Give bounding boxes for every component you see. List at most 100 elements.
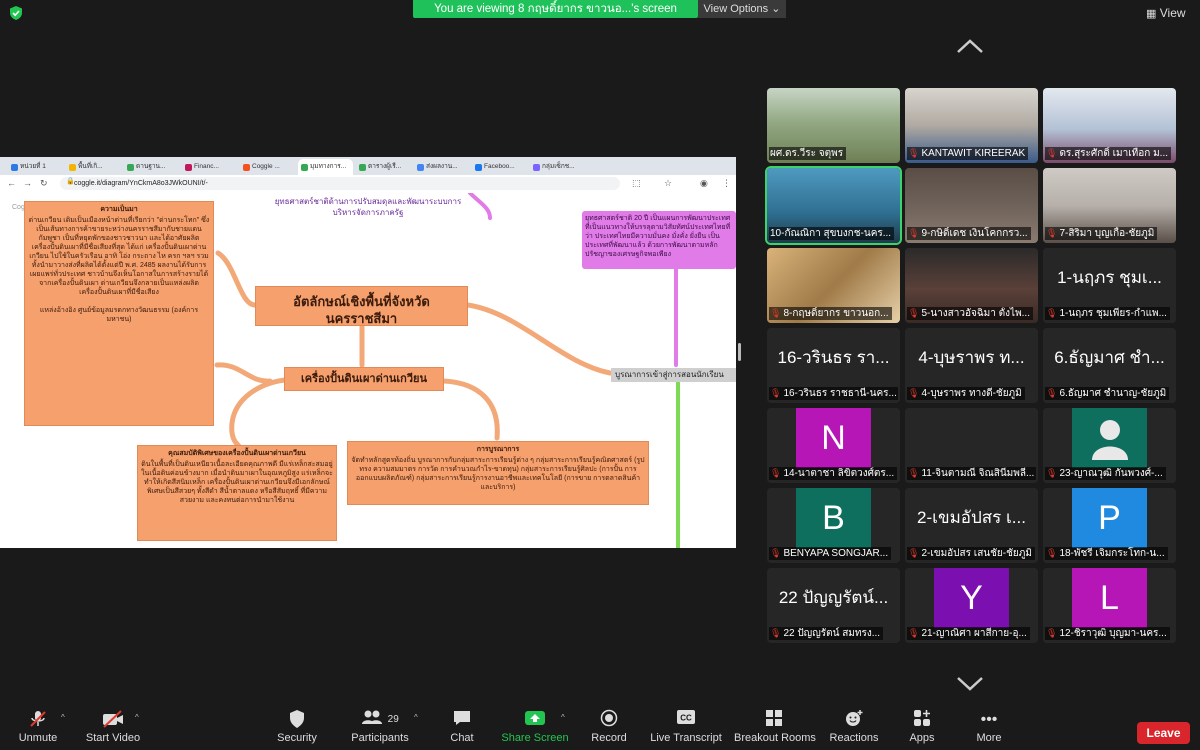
- participant-tile[interactable]: 1-นฤภร ชุมเ... 🎙 1-นฤภร ชุมเพียร-กำแพ...: [1043, 248, 1176, 323]
- reload-icon[interactable]: ↻: [40, 178, 48, 189]
- extension-icon[interactable]: ⬚: [632, 178, 641, 189]
- participant-tile[interactable]: 22 ปัญญรัตน์... 🎙 22 ปัญญรัตน์ สมทรง...: [767, 568, 900, 643]
- participant-tile[interactable]: 🎙 23-ญาณวุฒิ กันพวงศ์-...: [1043, 408, 1176, 483]
- features-text: ดินในพื้นที่เป็นดินเหนียวเนื้อละเอียดคุณ…: [141, 461, 333, 504]
- profile-icon[interactable]: ◉: [700, 178, 708, 189]
- security-button[interactable]: Security: [273, 709, 321, 749]
- browser-tab[interactable]: ส่งผลงาน...: [414, 159, 469, 175]
- svg-text:CC: CC: [680, 714, 692, 723]
- participant-tile[interactable]: 🎙 KANTAWIT KIREERAK: [905, 88, 1038, 163]
- participant-tile[interactable]: 🎙 11-จินตามณี จิณสินีมพลี...: [905, 408, 1038, 483]
- record-button[interactable]: Record: [585, 709, 633, 749]
- browser-tab[interactable]: ตารางผู้เรี...: [356, 159, 411, 175]
- browser-tab[interactable]: มุมทางการ...: [298, 159, 353, 175]
- chat-button[interactable]: Chat: [440, 709, 484, 749]
- participant-name: 22 ปัญญรัตน์ สมทรง...: [783, 628, 881, 639]
- browser-tab[interactable]: ดานฐาน...: [124, 159, 179, 175]
- unmute-button[interactable]: Unmute: [14, 709, 62, 749]
- share-options-caret[interactable]: ^: [561, 713, 565, 722]
- participant-tile[interactable]: ผศ.ดร.วีระ จตุพร: [767, 88, 900, 163]
- participant-name-label: 🎙 4-บุษราพร ทางดี-ชัยภูมิ: [907, 387, 1025, 400]
- leave-button[interactable]: Leave: [1137, 722, 1190, 744]
- participant-name-label: 🎙 21-ญาณิศา ผาสีกาย-อุ...: [907, 627, 1030, 640]
- muted-mic-icon: 🎙: [908, 228, 920, 238]
- video-options-caret[interactable]: ^: [135, 713, 139, 722]
- chevron-down-icon[interactable]: [956, 676, 984, 692]
- participants-button[interactable]: 29 Participants: [345, 709, 415, 749]
- participant-name-label: 🎙 18-พัชรี เจิมกระโทก-น...: [1045, 547, 1168, 560]
- browser-tab[interactable]: หน่วยที่ 1: [8, 159, 63, 175]
- participant-tile[interactable]: P 🎙 18-พัชรี เจิมกระโทก-น...: [1043, 488, 1176, 563]
- more-button[interactable]: ••• More: [966, 709, 1012, 749]
- back-arrow-icon[interactable]: ←: [7, 178, 16, 188]
- participant-name: BENYAPA SONGJAR...: [783, 548, 889, 559]
- background-heading: ความเป็นมา: [100, 206, 138, 213]
- reactions-button[interactable]: Reactions: [828, 709, 880, 749]
- apps-button[interactable]: Apps: [898, 709, 946, 749]
- browser-tab[interactable]: Faceboo...: [472, 159, 527, 175]
- participants-options-caret[interactable]: ^: [414, 713, 418, 722]
- start-video-button[interactable]: Start Video: [84, 709, 142, 749]
- muted-mic-icon: 🎙: [908, 468, 920, 478]
- live-transcript-button[interactable]: CC Live Transcript: [648, 709, 724, 749]
- star-icon[interactable]: ☆: [664, 178, 672, 189]
- muted-mic-icon: 🎙: [908, 388, 920, 398]
- share-screen-button[interactable]: Share Screen: [500, 709, 570, 749]
- participant-tile[interactable]: 🎙 9-กษิดิ์เดช เงินโคกกรว...: [905, 168, 1038, 243]
- participant-tile[interactable]: B 🎙 BENYAPA SONGJAR...: [767, 488, 900, 563]
- chevron-up-icon[interactable]: [956, 38, 984, 54]
- integration-branch-node[interactable]: บูรณาการเข้าสู่การสอนนักเรียน: [611, 368, 736, 382]
- central-node[interactable]: อัตลักษณ์เชิงพื้นที่จังหวัดนครราชสีมา: [255, 286, 468, 326]
- tab-label: หน่วยที่ 1: [20, 163, 46, 170]
- participant-tile[interactable]: Y 🎙 21-ญาณิศา ผาสีกาย-อุ...: [905, 568, 1038, 643]
- integration-node[interactable]: การบูรณาการ จัดทำหลักสูตรท้องถิ่น บูรณาก…: [347, 441, 649, 505]
- coggle-canvas[interactable]: Coggle ความเป็นมา ด่านเกวียน เดิมเป็นเมื…: [0, 193, 736, 548]
- view-options-button[interactable]: View Options ⌄: [698, 0, 786, 18]
- participant-name-label: 🎙 8-กฤษดิ์ยากร ขาวนอก...: [769, 307, 892, 320]
- panel-resize-handle[interactable]: [738, 343, 741, 361]
- browser-tab[interactable]: พื้นที่เกิ...: [66, 159, 121, 175]
- url-field[interactable]: coggle.it/diagram/YnCkmA8o3JWkOUNI/t/-: [60, 177, 620, 190]
- participant-tile[interactable]: 🎙 5-นางสาวอัจฉิมา ตั้งไพ...: [905, 248, 1038, 323]
- participant-tile[interactable]: 2-เขมอัปสร เ... 🎙 2-เขมอัปสร เสนชัย-ชัยภูม…: [905, 488, 1038, 563]
- tab-label: Faceboo...: [484, 163, 515, 170]
- breakout-rooms-button[interactable]: Breakout Rooms: [734, 709, 816, 749]
- participant-tile[interactable]: L 🎙 12-ชิราวุฒิ บุญมา-นคร...: [1043, 568, 1176, 643]
- grid-icon: ▦: [1146, 8, 1157, 20]
- muted-mic-icon: 🎙: [908, 628, 920, 638]
- muted-mic-icon: 🎙: [1046, 228, 1058, 238]
- participant-name-label: 🎙 5-นางสาวอัจฉิมา ตั้งไพ...: [907, 307, 1033, 320]
- avatar-letter: N: [796, 408, 871, 468]
- shield-icon: [273, 709, 321, 731]
- menu-dots-icon[interactable]: ⋮: [722, 178, 731, 189]
- participant-tile[interactable]: N 🎙 14-นาตาชา ลิขิตวงศ์ตร...: [767, 408, 900, 483]
- features-heading: คุณสมบัติพิเศษของเครื่องปั้นดินเผาด่านเก…: [168, 450, 306, 457]
- audio-options-caret[interactable]: ^: [61, 713, 65, 722]
- background-node[interactable]: ความเป็นมา ด่านเกวียน เดิมเป็นเมืองหน้าด…: [24, 201, 214, 426]
- browser-tab[interactable]: Coggle ...: [240, 159, 295, 175]
- participant-tile[interactable]: 🎙 8-กฤษดิ์ยากร ขาวนอก...: [767, 248, 900, 323]
- participant-tile[interactable]: 16-วรินธร รา... 🎙 16-วรินธร ราชธานี-นคร...: [767, 328, 900, 403]
- browser-tab[interactable]: กลุ่มเซ็กช...: [530, 159, 585, 175]
- tab-label: Coggle ...: [252, 163, 280, 170]
- shared-screen[interactable]: หน่วยที่ 1 พื้นที่เกิ... ดานฐาน... Financ..…: [0, 157, 736, 548]
- forward-arrow-icon[interactable]: →: [23, 178, 32, 188]
- sub-node[interactable]: เครื่องปั้นดินเผาด่านเกวียน: [284, 367, 444, 391]
- lock-icon: 🔒: [66, 178, 75, 185]
- tab-favicon-icon: [533, 164, 540, 171]
- features-node[interactable]: คุณสมบัติพิเศษของเครื่องปั้นดินเผาด่านเก…: [137, 445, 337, 541]
- participant-tile[interactable]: 🎙 7-สิริมา บุญเกื้อ-ชัยภูมิ: [1043, 168, 1176, 243]
- participant-tile[interactable]: 🎙 ดร.สุระศักดิ์ เมาเทือก ม...: [1043, 88, 1176, 163]
- participant-tile[interactable]: 6.ธัญมาศ ชำ... 🎙 6.ธัญมาศ ชำนาญ-ชัยภูมิ: [1043, 328, 1176, 403]
- strategy-text[interactable]: ยุทธศาสตร์ชาติด้านการปรับสมดุลและพัฒนาระ…: [268, 196, 468, 218]
- meeting-toolbar: Unmute ^ Start Video ^ Security 29 Parti…: [0, 705, 1200, 750]
- participant-tile[interactable]: 10-กัณณิกา สุขบงกช-นคร...: [765, 166, 902, 245]
- browser-tab[interactable]: Financ...: [182, 159, 237, 175]
- participant-name-label: 🎙 KANTAWIT KIREERAK: [907, 147, 1029, 160]
- view-button[interactable]: ▦ View: [1146, 6, 1192, 22]
- participant-display-name: 16-วรินธร รา...: [777, 348, 890, 367]
- shield-check-icon[interactable]: [8, 5, 24, 21]
- tab-label: ตารางผู้เรี...: [368, 163, 402, 170]
- participant-tile[interactable]: 4-บุษราพร ท... 🎙 4-บุษราพร ทางดี-ชัยภูมิ: [905, 328, 1038, 403]
- national-strategy-node[interactable]: ยุทธศาสตร์ชาติ 20 ปี เป็นแผนการพัฒนาประเ…: [582, 211, 736, 269]
